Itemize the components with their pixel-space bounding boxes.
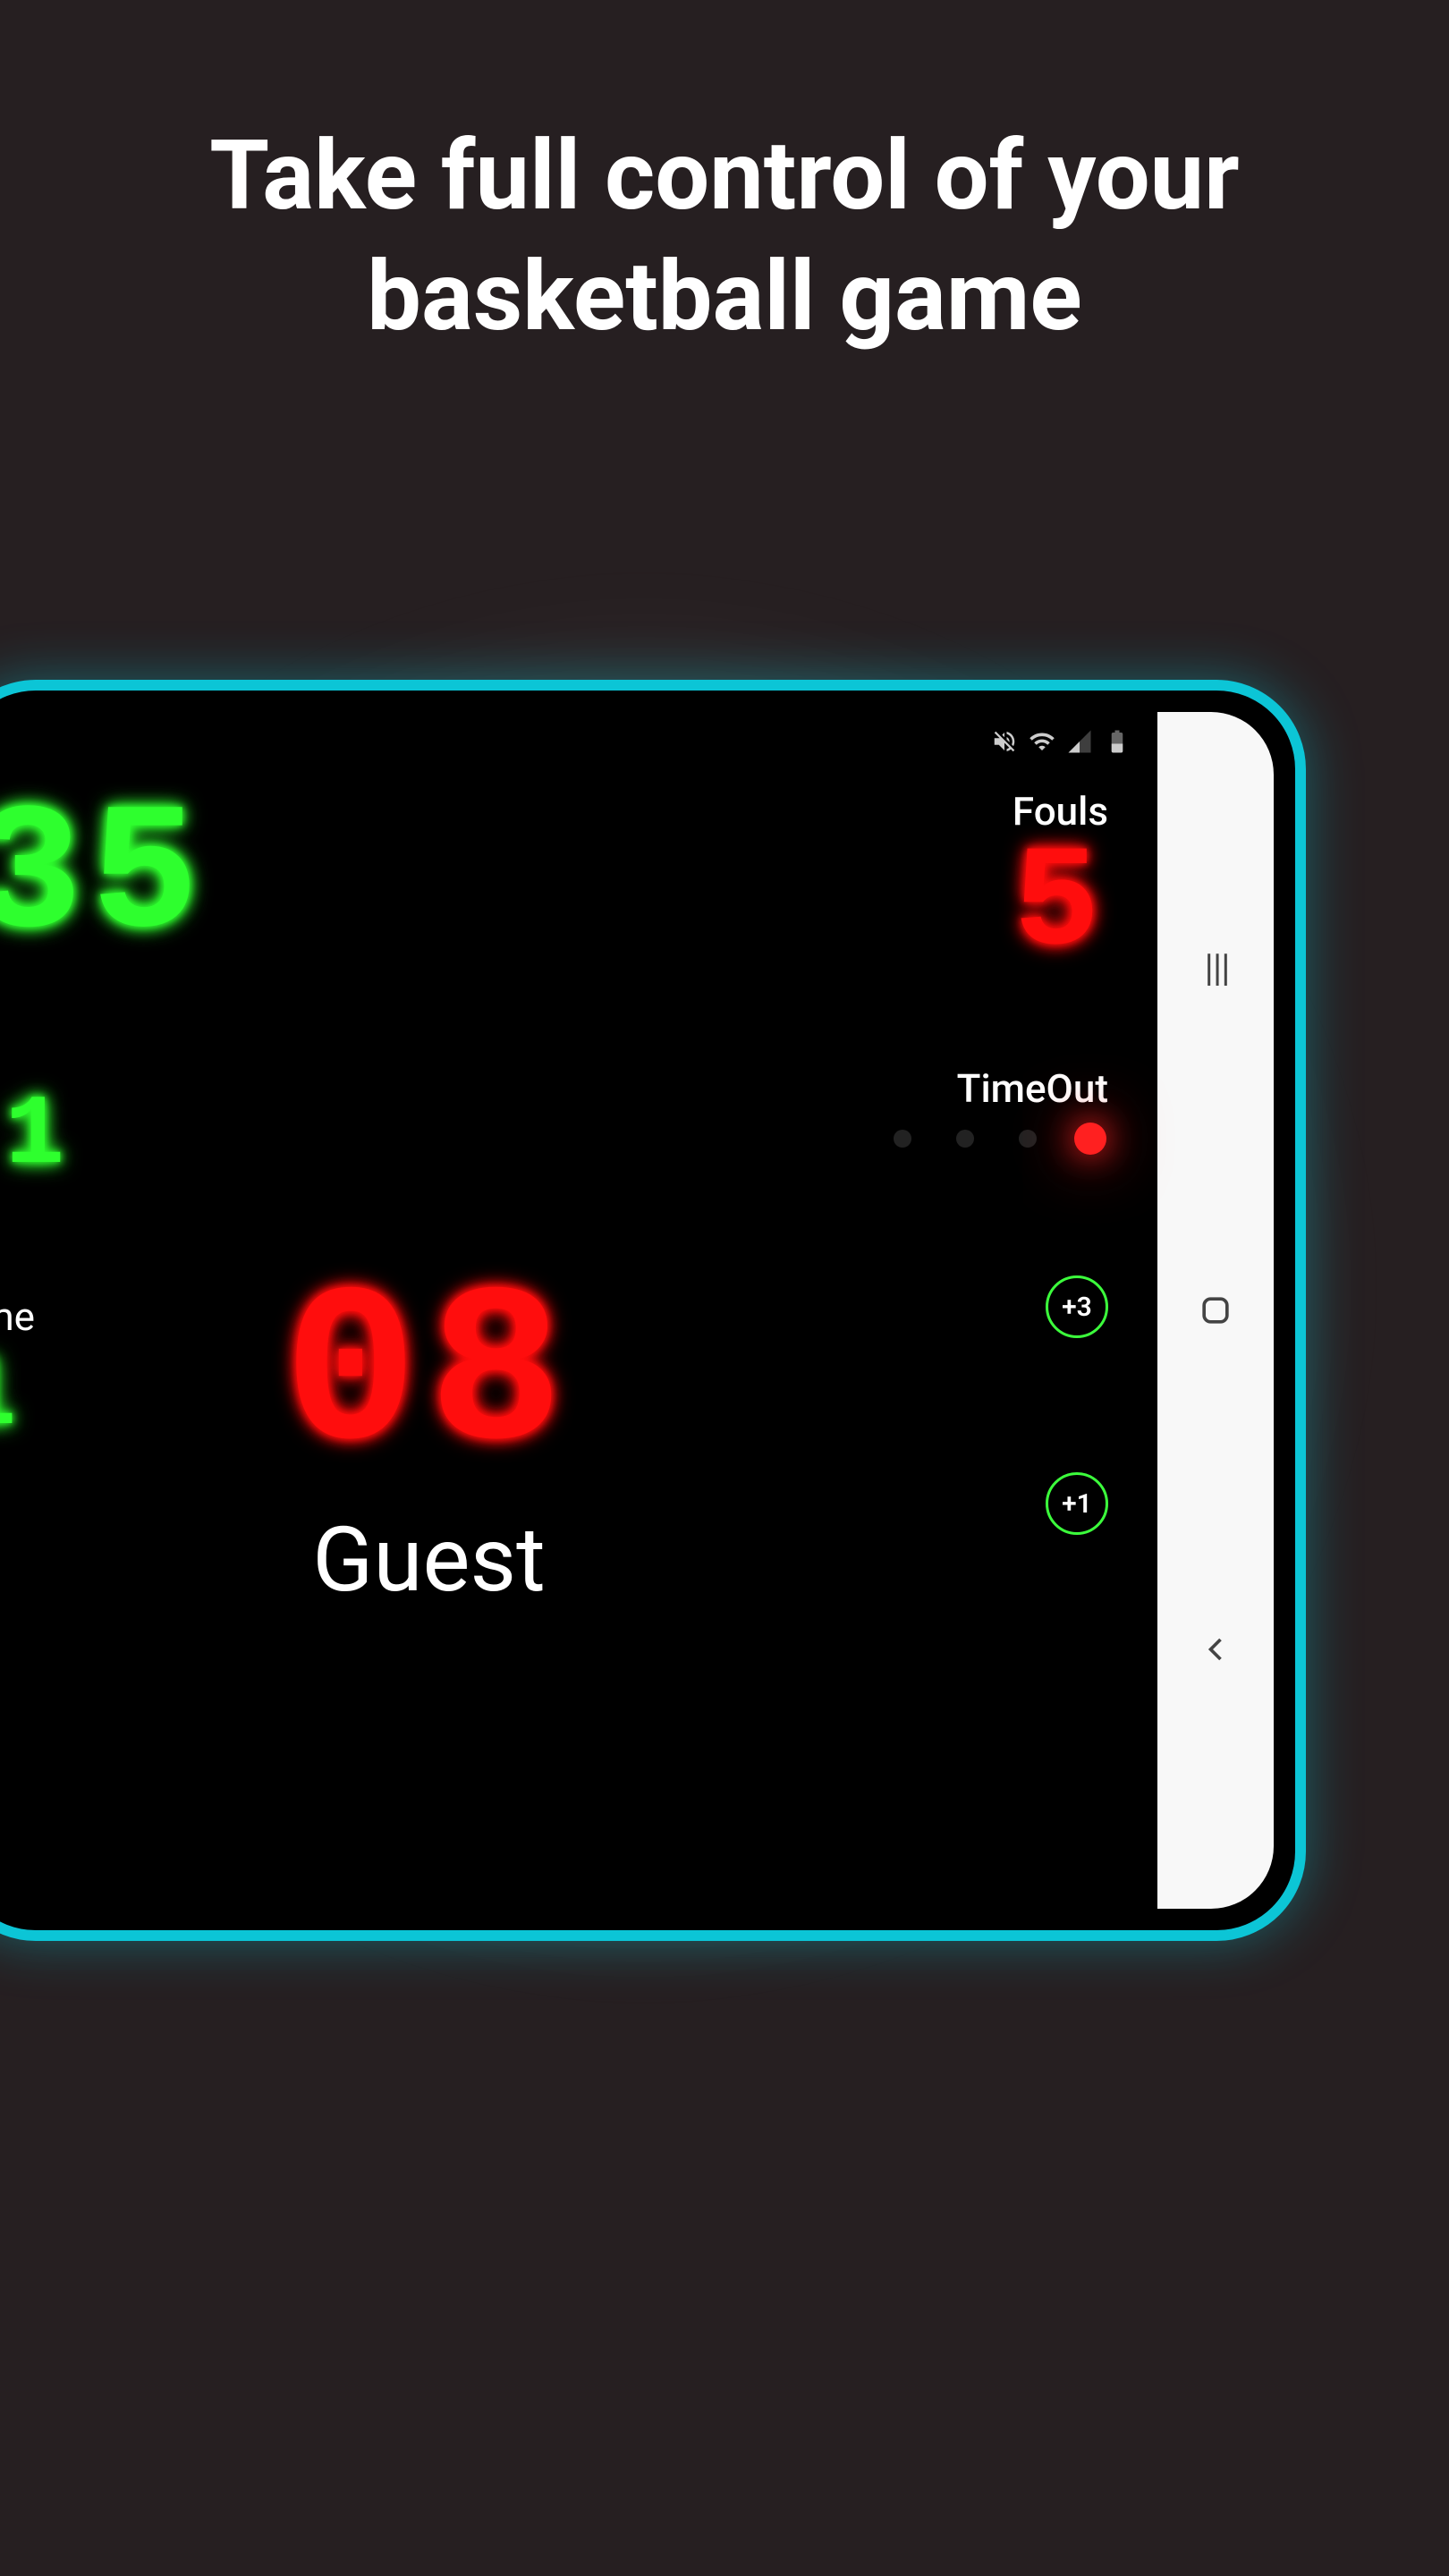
- overtime-panel: time 1: [0, 1293, 35, 1447]
- time-label-partial: time: [0, 1293, 35, 1340]
- game-clock[interactable]: 35: [0, 775, 208, 968]
- back-button[interactable]: [1189, 1623, 1242, 1676]
- timeout-dot-active: [1068, 1116, 1114, 1162]
- promo-headline: Take full control of your basketball gam…: [0, 0, 1449, 358]
- timeout-dot: [894, 1130, 911, 1148]
- android-nav-bar: III: [1157, 712, 1274, 1909]
- timeout-label: TimeOut: [894, 1065, 1108, 1112]
- phone-screen: 35 Fouls 5 d 1 TimeOut time: [0, 712, 1274, 1909]
- status-bar: [991, 728, 1131, 755]
- timeout-indicators[interactable]: [894, 1130, 1108, 1148]
- clock-value: 35: [0, 789, 208, 968]
- guest-score-panel: 08 Guest: [284, 1267, 574, 1613]
- home-button[interactable]: [1189, 1284, 1242, 1337]
- guest-score-value[interactable]: 08: [284, 1267, 574, 1490]
- signal-icon: [1066, 728, 1093, 755]
- score-add-buttons: +3 +1: [1046, 1275, 1108, 1535]
- mute-icon: [991, 728, 1018, 755]
- plus-3-button[interactable]: +3: [1046, 1275, 1108, 1338]
- timeout-dot: [956, 1130, 974, 1148]
- guest-team-name: Guest: [284, 1508, 574, 1613]
- phone-frame: 35 Fouls 5 d 1 TimeOut time: [0, 680, 1306, 1941]
- battery-icon: [1104, 728, 1131, 755]
- timeout-dot: [1019, 1130, 1037, 1148]
- period-value[interactable]: 1: [5, 1088, 70, 1186]
- period-panel: d 1: [0, 1088, 69, 1186]
- scoreboard-app: 35 Fouls 5 d 1 TimeOut time: [0, 712, 1157, 1909]
- fouls-panel: Fouls 5: [1013, 788, 1108, 978]
- wifi-icon: [1029, 728, 1055, 755]
- recents-button[interactable]: III: [1189, 945, 1242, 998]
- timeout-panel: TimeOut: [894, 1065, 1108, 1148]
- fouls-value[interactable]: 5: [1013, 835, 1106, 978]
- overtime-value[interactable]: 1: [0, 1349, 35, 1447]
- plus-1-button[interactable]: +1: [1046, 1472, 1108, 1535]
